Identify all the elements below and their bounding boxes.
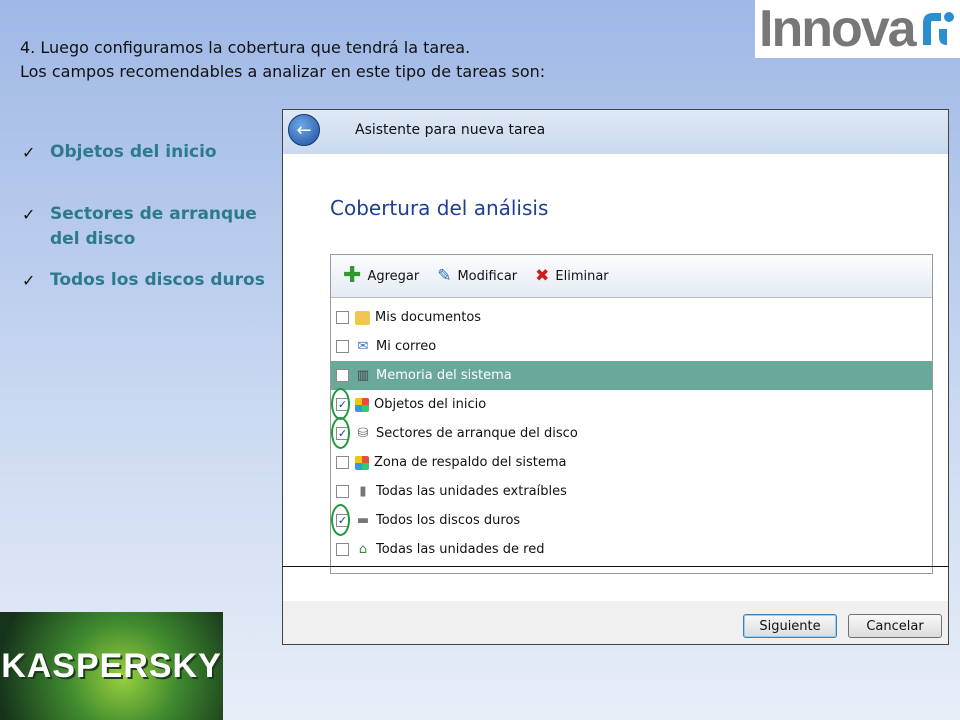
- checkbox[interactable]: [336, 485, 349, 498]
- logo-text: Innova: [759, 0, 917, 58]
- list-item-label: Mi correo: [376, 339, 437, 354]
- coverage-toolbar: ✚ Agregar ✎ Modificar ✖ Eliminar: [331, 255, 932, 298]
- list-item[interactable]: ▮ Todas las unidades extraíbles: [331, 477, 932, 506]
- list-item-label: Objetos del inicio: [374, 397, 487, 412]
- list-item-selected[interactable]: ▥ Memoria del sistema: [331, 361, 932, 390]
- checklist-item-label: Todos los discos duros: [50, 270, 265, 290]
- cancel-button[interactable]: Cancelar: [848, 614, 942, 638]
- checkbox[interactable]: [336, 456, 349, 469]
- delete-button-label: Eliminar: [555, 268, 609, 284]
- highlight-oval: [331, 504, 350, 536]
- checklist-item-label-line-1: Sectores de arranque: [50, 204, 257, 224]
- list-item[interactable]: ✓ ⛁ Sectores de arranque del disco: [331, 417, 932, 449]
- list-item[interactable]: ✉ Mi correo: [331, 332, 932, 361]
- coverage-panel: ✚ Agregar ✎ Modificar ✖ Eliminar Mis doc…: [330, 254, 933, 574]
- list-item[interactable]: Mis documentos: [331, 303, 932, 332]
- dialog-buttons-bar: Siguiente Cancelar: [283, 601, 948, 644]
- checkmark-icon: ✓: [22, 271, 36, 290]
- edit-button-label: Modificar: [457, 268, 518, 284]
- list-item-label: Zona de respaldo del sistema: [374, 455, 567, 470]
- windows-icon: [355, 455, 369, 470]
- checkbox[interactable]: [336, 369, 349, 382]
- section-title: Cobertura del análisis: [330, 196, 549, 220]
- checkmark-icon: ✓: [22, 205, 36, 224]
- dialog-titlebar: ← Asistente para nueva tarea: [283, 110, 948, 154]
- checklist-item: ✓ Todos los discos duros: [22, 268, 265, 293]
- list-item[interactable]: ✓ Objetos del inicio: [331, 388, 932, 420]
- list-item-label: Memoria del sistema: [376, 368, 512, 383]
- intro-text: 4. Luego configuramos la cobertura que t…: [20, 36, 545, 84]
- checklist-item-label: Objetos del inicio: [50, 142, 217, 162]
- dialog-title: Asistente para nueva tarea: [355, 122, 546, 138]
- windows-icon: [355, 397, 369, 412]
- kaspersky-logo-text: KASPERSKY: [1, 646, 222, 685]
- divider-line: [282, 566, 949, 567]
- mail-icon: ✉: [357, 339, 369, 354]
- delete-button[interactable]: ✖ Eliminar: [535, 265, 609, 286]
- checklist-item-label-line-2: del disco: [50, 229, 136, 249]
- list-item[interactable]: Zona de respaldo del sistema: [331, 448, 932, 477]
- back-arrow-icon[interactable]: ←: [288, 114, 320, 146]
- list-item[interactable]: ⌂ Todas las unidades de red: [331, 535, 932, 564]
- folder-icon: [355, 310, 370, 325]
- pencil-icon: ✎: [437, 265, 452, 286]
- new-task-wizard-dialog: ← Asistente para nueva tarea Cobertura d…: [282, 109, 949, 645]
- list-item[interactable]: ✓ ▬ Todos los discos duros: [331, 504, 932, 536]
- checklist-item: ✓ Objetos del inicio: [22, 140, 217, 165]
- checkbox[interactable]: [336, 543, 349, 556]
- removable-drive-icon: ▮: [359, 484, 367, 499]
- highlight-oval: [331, 417, 350, 449]
- boot-sector-icon: ⛁: [357, 426, 369, 441]
- logo-mark-icon: [922, 12, 954, 45]
- add-button[interactable]: ✚ Agregar: [343, 265, 419, 287]
- list-item-label: Todos los discos duros: [376, 513, 521, 528]
- memory-chip-icon: ▥: [356, 368, 370, 383]
- plus-icon: ✚: [343, 263, 362, 288]
- kaspersky-logo: KASPERSKY: [0, 612, 223, 720]
- intro-line-1: 4. Luego configuramos la cobertura que t…: [20, 38, 471, 57]
- list-item-label: Mis documentos: [375, 310, 482, 325]
- add-button-label: Agregar: [367, 268, 420, 284]
- checklist-item: ✓ Sectores de arranque del disco: [22, 202, 257, 252]
- list-item-label: Sectores de arranque del disco: [376, 426, 578, 441]
- dialog-content: Cobertura del análisis ✚ Agregar ✎ Modif…: [283, 154, 948, 601]
- list-item-label: Todas las unidades de red: [376, 542, 545, 557]
- edit-button[interactable]: ✎ Modificar: [437, 265, 518, 286]
- coverage-list: Mis documentos ✉ Mi correo ▥ Memoria del…: [331, 303, 932, 564]
- list-item-label: Todas las unidades extraíbles: [376, 484, 567, 499]
- innova-logo: Innova: [755, 0, 960, 58]
- checkbox[interactable]: [336, 340, 349, 353]
- delete-x-icon: ✖: [535, 265, 550, 286]
- checkbox[interactable]: [336, 311, 349, 324]
- intro-line-2: Los campos recomendables a analizar en e…: [20, 62, 546, 81]
- highlight-oval: [331, 388, 350, 420]
- network-drive-icon: ⌂: [358, 542, 368, 557]
- checklist-item-label: Sectores de arranque del disco: [50, 202, 257, 252]
- checkmark-icon: ✓: [22, 143, 36, 162]
- hard-drive-icon: ▬: [356, 513, 370, 528]
- next-button[interactable]: Siguiente: [743, 614, 837, 638]
